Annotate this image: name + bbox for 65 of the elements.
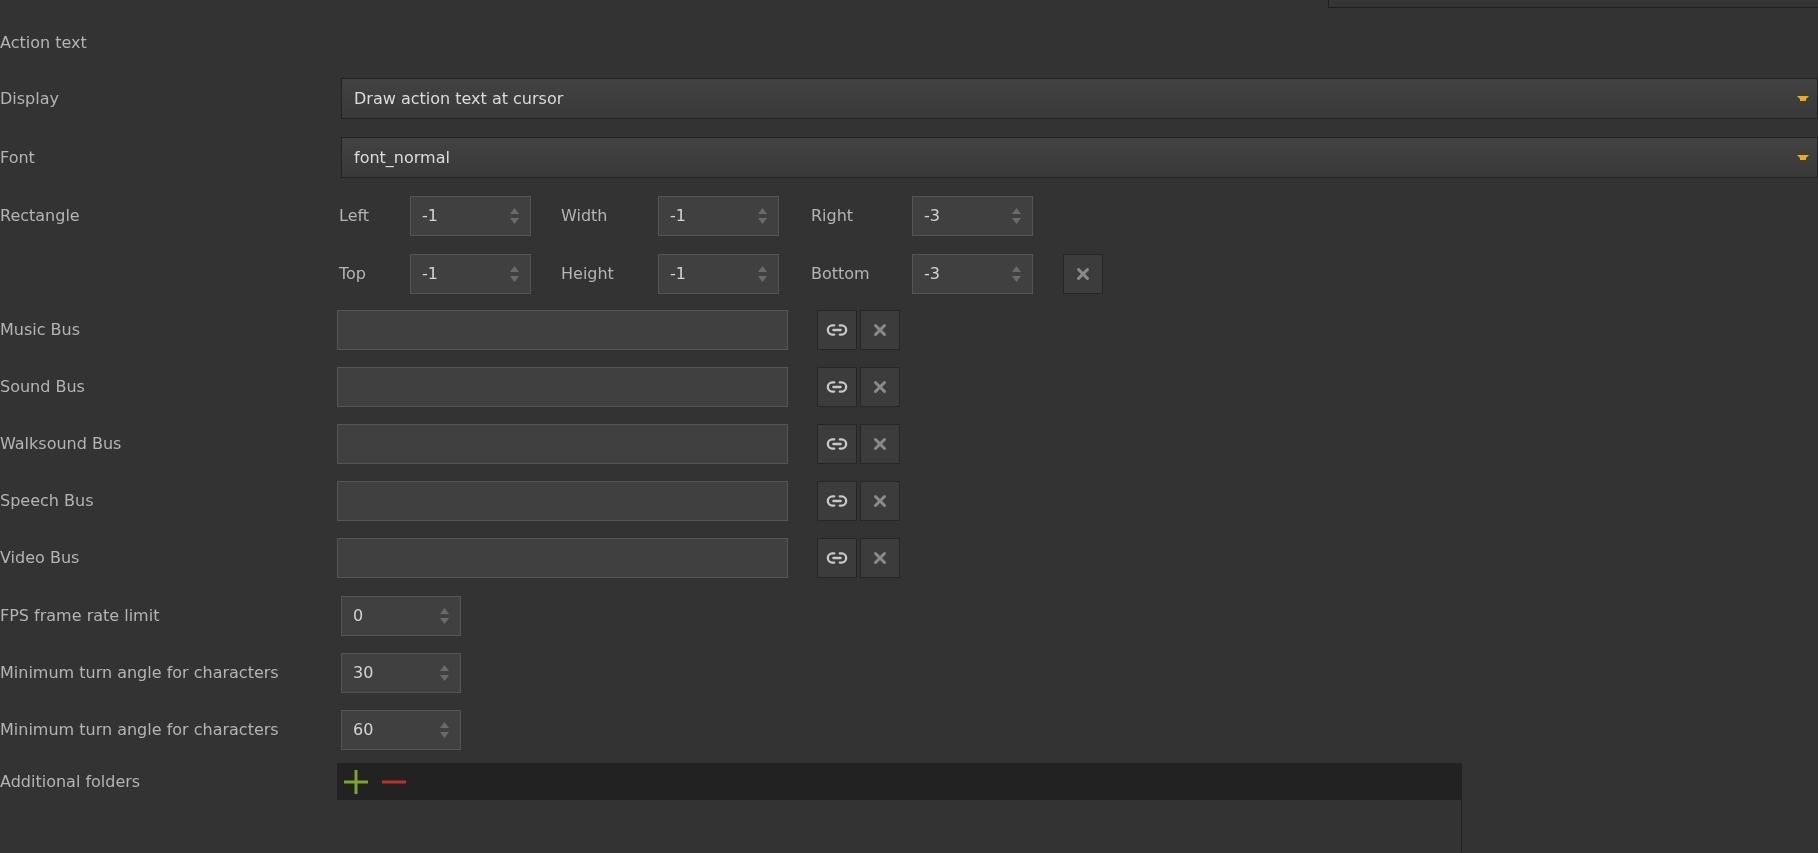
- dropdown[interactable]: font_normal: [341, 137, 1818, 178]
- field-label: Bottom: [811, 263, 870, 285]
- field-label: Height: [561, 263, 614, 285]
- number-spinbox[interactable]: -3: [912, 196, 1033, 236]
- plus-icon[interactable]: [344, 769, 368, 794]
- field-label: Video Bus: [0, 547, 80, 569]
- number-spinbox[interactable]: -1: [410, 254, 531, 294]
- spinner-arrows-icon[interactable]: [439, 607, 450, 625]
- field-label: Top: [339, 263, 366, 285]
- field-label: Font: [0, 146, 35, 169]
- link-button[interactable]: [817, 367, 857, 407]
- number-spinbox[interactable]: -3: [912, 254, 1033, 294]
- spinner-arrows-icon[interactable]: [1011, 207, 1022, 225]
- field-label: Minimum turn angle for characters: [0, 719, 279, 741]
- text-field[interactable]: [337, 481, 788, 521]
- field-label: Additional folders: [0, 770, 141, 793]
- spinner-arrows-icon[interactable]: [439, 664, 450, 682]
- text-field[interactable]: [337, 310, 788, 350]
- text-field[interactable]: [337, 538, 788, 578]
- caret-icon: [1797, 95, 1809, 102]
- number-spinbox[interactable]: -1: [410, 196, 531, 236]
- spinner-arrows-icon[interactable]: [1011, 265, 1022, 283]
- field-label: FPS frame rate limit: [0, 605, 160, 627]
- field-label: Right: [811, 205, 854, 227]
- number-spinbox[interactable]: 60: [341, 710, 461, 750]
- close-icon: [1074, 265, 1092, 283]
- link-button[interactable]: [817, 424, 857, 464]
- spinner-arrows-icon[interactable]: [757, 265, 768, 283]
- clear-button[interactable]: [860, 310, 900, 350]
- clear-button[interactable]: [860, 538, 900, 578]
- clear-button[interactable]: [1063, 254, 1103, 294]
- field-label: Display: [0, 87, 59, 110]
- text-field[interactable]: [337, 424, 788, 464]
- text-field[interactable]: [337, 367, 788, 407]
- link-button[interactable]: [817, 481, 857, 521]
- close-icon: [871, 321, 889, 339]
- spinner-arrows-icon[interactable]: [509, 207, 520, 225]
- number-spinbox[interactable]: 30: [341, 653, 461, 693]
- dropdown[interactable]: Draw action text at cursor: [341, 78, 1818, 119]
- close-icon: [871, 549, 889, 567]
- number-spinbox[interactable]: -1: [658, 196, 779, 236]
- field-label: Minimum turn angle for characters: [0, 662, 279, 684]
- caret-icon: [1797, 154, 1809, 161]
- spinner-arrows-icon[interactable]: [439, 721, 450, 739]
- number-spinbox[interactable]: 0: [341, 596, 461, 636]
- clear-button[interactable]: [860, 481, 900, 521]
- field-label: Sound Bus: [0, 376, 85, 398]
- field-label: Walksound Bus: [0, 433, 122, 455]
- spinner-arrows-icon[interactable]: [757, 207, 768, 225]
- link-button[interactable]: [817, 310, 857, 350]
- field-label: Music Bus: [0, 319, 81, 341]
- minus-icon[interactable]: [382, 779, 406, 784]
- field-label: Width: [561, 205, 608, 227]
- close-icon: [871, 435, 889, 453]
- clear-button[interactable]: [860, 367, 900, 407]
- link-button[interactable]: [817, 538, 857, 578]
- field-label: Left: [339, 205, 370, 227]
- clear-button[interactable]: [860, 424, 900, 464]
- spinner-arrows-icon[interactable]: [509, 265, 520, 283]
- field-label: Speech Bus: [0, 490, 94, 512]
- close-icon: [871, 378, 889, 396]
- section-title: Action text: [0, 32, 87, 54]
- close-icon: [871, 492, 889, 510]
- number-spinbox[interactable]: -1: [658, 254, 779, 294]
- field-label: Rectangle: [0, 205, 80, 227]
